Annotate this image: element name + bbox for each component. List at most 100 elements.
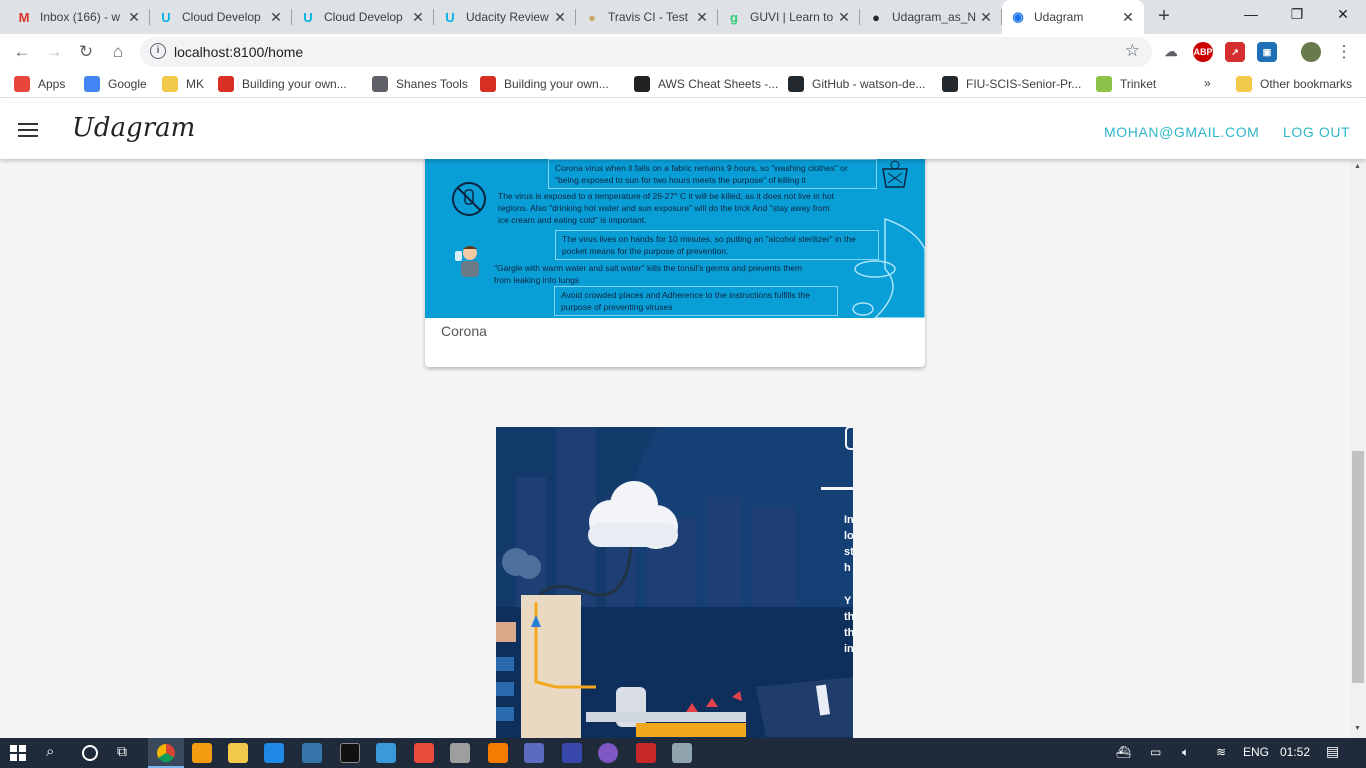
close-window-button[interactable]: ✕ (1320, 0, 1366, 30)
url-text[interactable]: localhost:8100/home (174, 44, 303, 60)
remote-desktop-icon[interactable] (376, 743, 396, 763)
user-email-link[interactable]: MOHAN@GMAIL.COM (1104, 124, 1259, 140)
page-scrollbar[interactable]: ▲ ▼ (1350, 159, 1366, 738)
browser-tab[interactable]: U Cloud Develop ✕ (292, 0, 434, 34)
infographic-text-fragment: st (844, 546, 853, 558)
close-tab-icon[interactable]: ✕ (694, 9, 710, 26)
forward-arrow-icon[interactable]: → (42, 40, 66, 64)
close-tab-icon[interactable]: ✕ (410, 9, 426, 26)
app-brand[interactable]: Udagram (72, 113, 195, 143)
bookmarks-overflow-button[interactable]: » (1204, 76, 1211, 90)
wifi-icon[interactable]: ≋ (1216, 745, 1226, 759)
vlc-icon[interactable] (192, 743, 212, 763)
bookmarks-bar: Apps Google MK Building your own... Shanes T… (0, 70, 1366, 98)
app-purple-icon[interactable] (598, 743, 618, 763)
chrome-menu-icon[interactable]: ⋮ (1332, 40, 1356, 64)
sublime-icon[interactable] (488, 743, 508, 763)
close-tab-icon[interactable]: ✕ (552, 9, 568, 26)
browser-tab[interactable]: ● Udagram_as_N ✕ (860, 0, 1002, 34)
browser-tab[interactable]: ● Travis CI - Test ✕ (576, 0, 718, 34)
browser-tab[interactable]: g GUVI | Learn to ✕ (718, 0, 860, 34)
restore-button[interactable]: ❐ (1274, 0, 1320, 30)
task-view-icon[interactable]: ⧉ (117, 743, 127, 760)
bookmark-item[interactable]: FIU-SCIS-Senior-Pr... (942, 76, 1081, 92)
terminal-icon[interactable] (340, 743, 360, 763)
cortana-icon[interactable] (82, 745, 98, 761)
scrollbar-thumb[interactable] (1352, 451, 1364, 683)
home-icon[interactable]: ⌂ (106, 40, 130, 64)
bookmark-label: Building your own... (242, 77, 347, 91)
tab-title: Inbox (166) - w (40, 10, 121, 24)
no-ice-cream-icon (452, 182, 486, 216)
bookmark-item[interactable]: Google (84, 76, 147, 92)
reload-icon[interactable]: ↻ (74, 40, 98, 64)
browser-tab[interactable]: M Inbox (166) - w ✕ (8, 0, 150, 34)
extension-arrow-icon[interactable]: ↗ (1225, 42, 1245, 62)
mail-icon[interactable] (264, 743, 284, 763)
bookmark-item[interactable]: Building your own... (480, 76, 609, 92)
scroll-up-arrow-icon[interactable]: ▲ (1354, 163, 1361, 170)
bookmark-item[interactable]: AWS Cheat Sheets -... (634, 76, 778, 92)
tab-title: Cloud Develop (324, 10, 403, 24)
language-indicator[interactable]: ENG (1243, 745, 1269, 759)
tab-title: Udacity Review (466, 10, 549, 24)
bookmark-item[interactable]: GitHub - watson-de... (788, 76, 925, 92)
site-info-icon[interactable]: i (150, 43, 166, 59)
udacity-icon: U (161, 9, 171, 25)
close-tab-icon[interactable]: ✕ (1120, 9, 1136, 26)
close-tab-icon[interactable]: ✕ (126, 9, 142, 26)
notifications-icon[interactable]: ▤ (1326, 743, 1339, 760)
bookmark-label: FIU-SCIS-Senior-Pr... (966, 77, 1082, 91)
chrome-icon (157, 744, 175, 762)
bookmark-label: Trinket (1120, 77, 1157, 91)
close-tab-icon[interactable]: ✕ (836, 9, 852, 26)
tab-title: Cloud Develop (182, 10, 261, 24)
hamburger-menu-icon[interactable] (18, 123, 38, 137)
volume-icon[interactable]: 🔈︎ (1182, 745, 1189, 760)
taskbar-chrome[interactable] (148, 738, 184, 768)
chrome-page-icon: ◉ (1012, 9, 1024, 24)
infographic-tip: "Gargle with warm water and salt water" … (494, 263, 803, 285)
bookmark-site-icon (480, 76, 496, 92)
extension-screen-icon[interactable]: ▣ (1257, 42, 1277, 62)
browser-tab[interactable]: U Cloud Develop ✕ (150, 0, 292, 34)
bookmark-star-icon[interactable]: ☆ (1125, 41, 1140, 61)
app-red-icon[interactable] (414, 743, 434, 763)
bookmark-item[interactable]: Trinket (1096, 76, 1156, 92)
app-grid-icon[interactable] (636, 743, 656, 763)
new-tab-button[interactable]: + (1152, 5, 1176, 29)
address-bar[interactable]: i localhost:8100/home ☆ (140, 37, 1152, 67)
clock[interactable]: 01:52 (1280, 745, 1310, 759)
notepad-icon[interactable] (672, 743, 692, 763)
docker-icon[interactable]: ⛴ (1116, 745, 1131, 759)
bookmark-item[interactable]: Apps (14, 76, 65, 92)
scroll-down-arrow-icon[interactable]: ▼ (1354, 725, 1361, 732)
bookmark-item[interactable]: Shanes Tools (372, 76, 468, 92)
app-blue-icon[interactable] (562, 743, 582, 763)
infographic-text-fragment: th (844, 627, 853, 639)
minimize-button[interactable]: — (1228, 0, 1274, 30)
bookmark-item[interactable]: Building your own... (218, 76, 347, 92)
close-tab-icon[interactable]: ✕ (268, 9, 284, 26)
feed-caption: Corona (441, 323, 487, 339)
other-bookmarks[interactable]: Other bookmarks (1236, 76, 1352, 92)
extension-cloud-icon[interactable]: ☁ (1161, 42, 1181, 62)
battery-icon[interactable]: ▭ (1150, 745, 1161, 759)
tab-title: GUVI | Learn to (750, 10, 834, 24)
back-arrow-icon[interactable]: ← (10, 40, 34, 64)
browser-tab[interactable]: ◉ Udagram ✕ (1002, 0, 1144, 34)
adblock-icon[interactable]: ABP (1193, 42, 1213, 62)
bookmark-item[interactable]: MK (162, 76, 204, 92)
network-tool-icon[interactable] (524, 743, 544, 763)
logout-button[interactable]: LOG OUT (1283, 124, 1350, 140)
database-icon[interactable] (450, 743, 470, 763)
file-explorer-icon[interactable] (228, 743, 248, 763)
profile-avatar[interactable] (1301, 42, 1321, 62)
windows-start-icon[interactable] (10, 745, 26, 761)
tab-title: Udagram (1034, 10, 1084, 24)
close-tab-icon[interactable]: ✕ (978, 9, 994, 26)
search-icon[interactable]: ⌕ (46, 743, 54, 760)
feed-image: Corona virus when it falls on a fabric r… (425, 159, 925, 318)
browser-tab[interactable]: U Udacity Review ✕ (434, 0, 576, 34)
python-icon[interactable] (302, 743, 322, 763)
